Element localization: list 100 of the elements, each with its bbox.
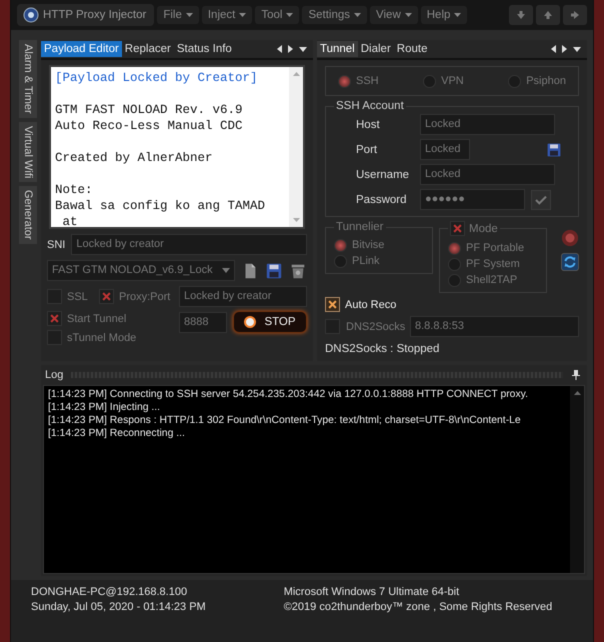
stop-circle-icon[interactable] <box>561 229 579 247</box>
payload-header-text: [Payload Locked by Creator] <box>55 70 259 86</box>
pin-icon[interactable] <box>571 369 581 381</box>
right-arrow-button[interactable] <box>563 5 587 25</box>
checkbox[interactable] <box>99 289 114 304</box>
checkbox-label: Start Tunnel <box>67 312 126 324</box>
dropdown-caret-icon[interactable] <box>299 46 307 52</box>
side-tab[interactable]: Generator <box>19 186 37 244</box>
tab[interactable]: Route <box>394 41 430 57</box>
os-text: Microsoft Windows 7 Ultimate 64-bit <box>284 586 460 598</box>
field-label: Password <box>355 194 408 206</box>
up-arrow-button[interactable] <box>536 5 560 25</box>
field-label: Username <box>355 168 410 180</box>
x-mark-icon <box>50 314 59 323</box>
log-line: [1:14:23 PM] Injecting ... <box>48 401 162 414</box>
caret-icon <box>186 13 193 17</box>
tab-scroll-right-icon[interactable] <box>288 45 293 53</box>
tab[interactable]: Dialer <box>358 41 394 57</box>
radio-button[interactable] <box>448 242 461 254</box>
radio-button[interactable] <box>508 74 522 88</box>
checkbox-label: sTunnel Mode <box>67 332 136 344</box>
down-arrow-button[interactable] <box>509 5 533 25</box>
radio-label: PF System <box>466 258 520 270</box>
right-arrow-icon <box>570 10 580 20</box>
menu-item[interactable]: Help <box>420 6 468 24</box>
app-logo-icon <box>23 7 39 23</box>
scroll-up-icon[interactable] <box>574 391 580 395</box>
port-field[interactable]: 8888 <box>179 312 227 332</box>
tab-scroll-left-icon[interactable] <box>551 45 556 53</box>
tab-scroll-left-icon[interactable] <box>277 45 282 53</box>
scroll-down-icon[interactable] <box>292 218 300 222</box>
payload-editor[interactable]: [Payload Locked by Creator] GTM FAST NOLOAD Rev. v6.9 Auto Reco-Less Manual CDC Created by AlnerAbner Note: Bawal sa config ko ang TAMAD at <box>49 65 305 229</box>
copyright-text: ©2019 co2thunderboy™ zone , Some Rights Reserved <box>284 601 552 613</box>
save-icon[interactable] <box>265 262 283 280</box>
scrollbar[interactable] <box>570 386 584 573</box>
menu-item[interactable]: Settings <box>302 6 368 24</box>
checkbox-label: Auto Reco <box>345 298 396 310</box>
radio-button[interactable] <box>423 74 436 88</box>
proxy-field[interactable]: Locked by creator <box>179 286 307 307</box>
refresh-icon[interactable] <box>561 253 579 271</box>
payload-text-line: GTM FAST NOLOAD Rev. v6.9 <box>55 102 244 118</box>
checkbox[interactable] <box>325 297 340 312</box>
radio-button[interactable] <box>338 74 351 88</box>
stop-button[interactable]: STOP <box>233 311 307 333</box>
payload-text-line: Bawal sa config ko ang TAMAD <box>55 198 266 214</box>
tab[interactable]: Tunnel <box>317 41 358 57</box>
side-tab[interactable]: Alarm & Timer <box>19 40 37 118</box>
menu-item[interactable]: Inject <box>202 6 252 24</box>
radio-button[interactable] <box>448 258 461 270</box>
log-line: [1:14:23 PM] Connecting to SSH server 54.254.235.203:442 via 127.0.0.1:8888 HTTP CONNECT proxy. <box>48 388 529 401</box>
config-dropdown[interactable]: FAST GTM NOLOAD_v6.9_Lock <box>47 260 235 281</box>
log-line: [1:14:23 PM] Respons : HTTP/1.1 302 Found\r\nContent-Type: text/html; charset=UTF-8\r\nContent-Le <box>48 414 522 427</box>
payload-text-line: Note: <box>55 182 94 198</box>
log-title: Log <box>45 369 64 381</box>
group-title: Tunnelier <box>335 221 385 233</box>
window-title: HTTP Proxy Injector <box>17 4 154 26</box>
checkmark-icon <box>535 194 547 204</box>
checkbox[interactable] <box>47 311 62 326</box>
radio-button[interactable] <box>334 238 347 252</box>
trash-icon[interactable] <box>289 262 307 280</box>
radio-label: SSH <box>356 75 379 87</box>
radio-label: Bitvise <box>352 239 384 251</box>
caret-icon <box>222 268 230 273</box>
caret-icon <box>354 13 362 17</box>
x-mark-icon <box>102 292 111 301</box>
confirm-button[interactable] <box>531 190 551 210</box>
tab-scroll-right-icon[interactable] <box>562 45 567 53</box>
dns-server-field[interactable]: 8.8.8.8:53 <box>410 316 579 337</box>
down-arrow-icon <box>516 10 526 20</box>
computer-name-text: DONGHAE-PC@192.168.8.100 <box>31 586 188 598</box>
menu-item[interactable]: Tool <box>255 6 300 24</box>
save-icon[interactable] <box>546 142 562 158</box>
menu-item[interactable]: View <box>370 6 418 24</box>
side-tab[interactable]: Virtual Wifi <box>19 122 37 182</box>
tab[interactable]: Replacer <box>122 41 174 57</box>
radio-button[interactable] <box>448 274 461 286</box>
dropdown-caret-icon[interactable] <box>573 46 581 52</box>
payload-text-line: Created by AlnerAbner <box>55 150 214 166</box>
text-field[interactable]: ●●●●●● <box>420 189 525 210</box>
sni-label: SNI <box>47 238 66 250</box>
caret-icon <box>239 13 246 17</box>
radio-label: Shell2TAP <box>466 274 518 286</box>
group-title: Mode <box>469 222 498 234</box>
text-field[interactable]: Locked <box>420 114 555 135</box>
sni-field[interactable]: Locked by creator <box>71 234 307 255</box>
tab[interactable]: Status Info <box>174 41 235 57</box>
scroll-up-icon[interactable] <box>292 72 300 76</box>
scrollbar[interactable] <box>289 67 303 227</box>
tab[interactable]: Payload Editor <box>41 41 122 57</box>
log-line: [1:14:23 PM] Reconnecting ... <box>48 427 186 440</box>
datetime-text: Sunday, Jul 05, 2020 - 01:14:23 PM <box>31 601 206 613</box>
x-mark-icon <box>328 300 337 309</box>
text-field[interactable]: Locked <box>420 139 470 160</box>
menu-item[interactable]: File <box>157 6 199 24</box>
radio-label: PLink <box>352 255 380 267</box>
radio-label: VPN <box>441 75 464 87</box>
checkbox[interactable] <box>450 221 465 236</box>
radio-label: PF Portable <box>466 242 524 254</box>
radio-button[interactable] <box>334 254 347 268</box>
text-field[interactable]: Locked <box>420 164 555 185</box>
